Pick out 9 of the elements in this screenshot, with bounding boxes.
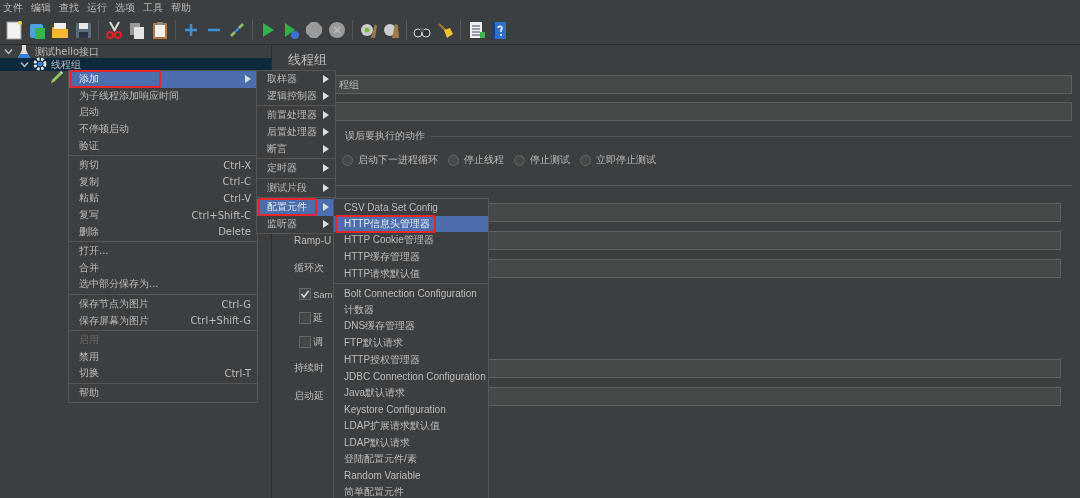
field-label: Ramp-U — [294, 234, 332, 246]
checkbox-label: Sam — [313, 288, 333, 300]
panel-title: 线程组 — [288, 51, 328, 69]
checkbox-label: 调 — [313, 335, 323, 349]
checkbox-label: 延 — [313, 311, 323, 325]
field-label: 循环次 — [294, 262, 324, 273]
field-label: 持续时 — [294, 362, 324, 373]
group-legend: 误后要执行的动作 — [345, 129, 425, 143]
field-label: 启动延 — [294, 390, 324, 401]
